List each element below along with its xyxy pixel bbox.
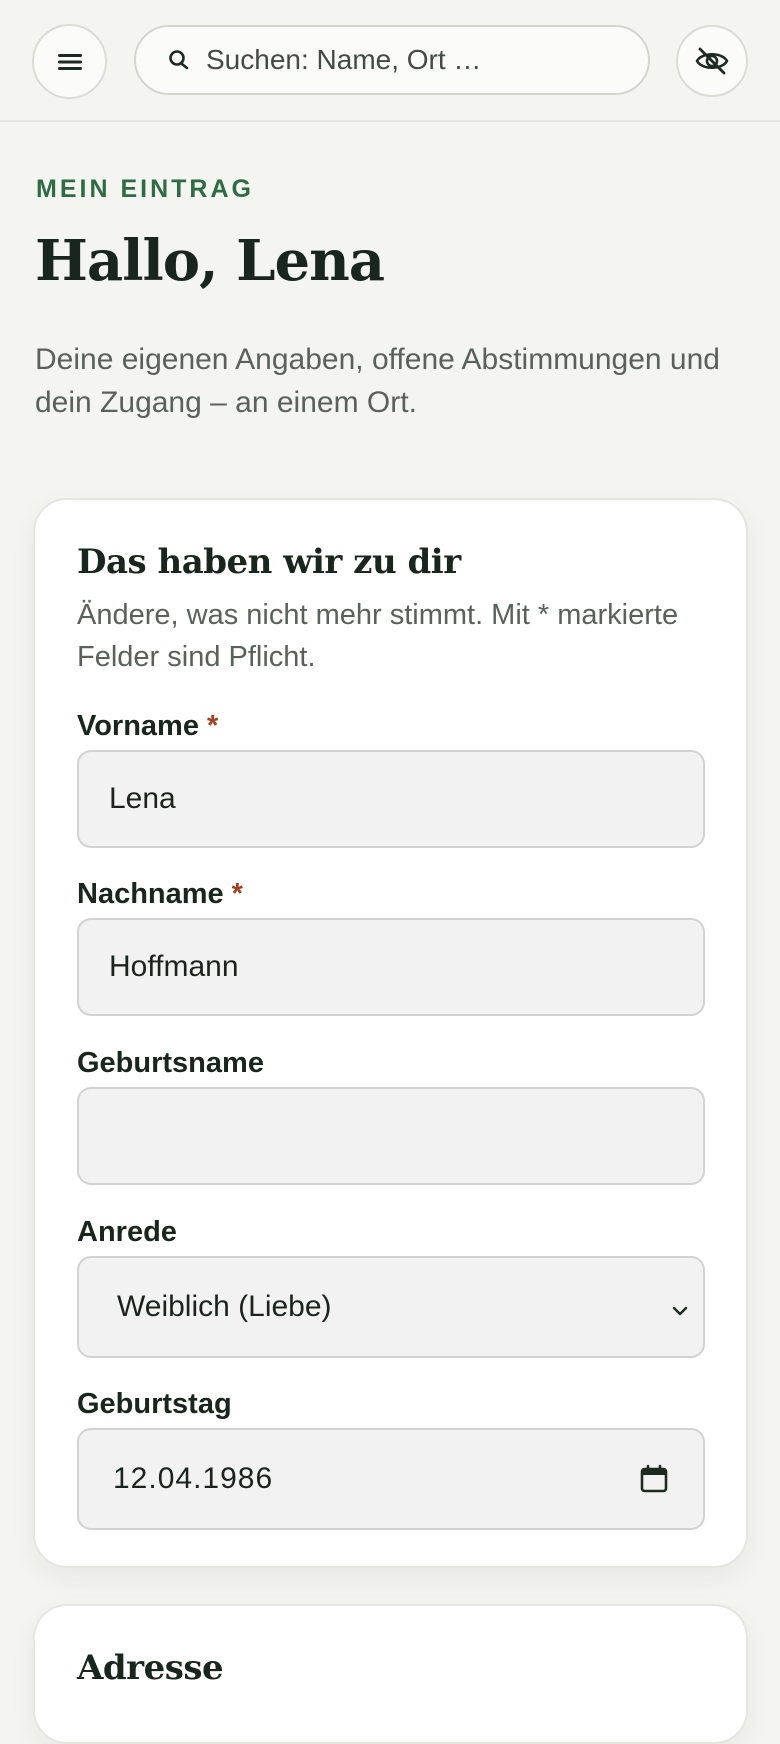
card-subtitle: Ändere, was nicht mehr stimmt. Mit * mar… <box>77 599 679 673</box>
profile-card: Das haben wir zu dir Ändere, was nicht m… <box>33 498 748 1568</box>
calendar-icon[interactable] <box>639 1464 669 1494</box>
nachname-label: Nachname * <box>77 878 243 911</box>
menu-button[interactable] <box>32 24 107 99</box>
search-icon <box>166 47 192 73</box>
vorname-label: Vorname * <box>77 710 218 743</box>
search-input[interactable]: Suchen: Name, Ort … <box>206 44 481 76</box>
vorname-label-text: Vorname <box>77 710 199 742</box>
anrede-label-text: Anrede <box>77 1216 177 1248</box>
anrede-selected-value[interactable]: Weiblich (Liebe) <box>117 1290 332 1324</box>
anrede-select[interactable]: Weiblich (Liebe) <box>77 1256 705 1358</box>
nachname-label-text: Nachname <box>77 878 224 910</box>
top-bar: Suchen: Name, Ort … <box>0 0 780 122</box>
address-card-title: Adresse <box>77 1648 224 1688</box>
required-marker: * <box>206 710 219 742</box>
anrede-label: Anrede <box>77 1216 177 1249</box>
card-title: Das haben wir zu dir <box>77 542 461 582</box>
required-marker: * <box>231 878 243 910</box>
vorname-value[interactable]: Lena <box>109 782 176 816</box>
geburtstag-label: Geburtstag <box>77 1388 232 1421</box>
vorname-field[interactable]: Lena <box>77 750 705 848</box>
geburtstag-value[interactable]: 12.04.1986 <box>113 1462 273 1496</box>
geburtstag-label-text: Geburtstag <box>77 1388 232 1420</box>
eye-off-icon <box>695 46 729 76</box>
geburtsname-label-text: Geburtsname <box>77 1047 264 1079</box>
nachname-field[interactable]: Hoffmann <box>77 918 705 1016</box>
search-bar[interactable]: Suchen: Name, Ort … <box>134 25 650 95</box>
geburtsname-field[interactable] <box>77 1087 705 1185</box>
page-title: Hallo, Lena <box>35 228 385 294</box>
geburtstag-date-input[interactable]: 12.04.1986 <box>77 1428 705 1530</box>
chevron-down-icon <box>669 1296 691 1318</box>
privacy-toggle-button[interactable] <box>676 25 748 97</box>
address-card: Adresse <box>33 1604 748 1744</box>
nachname-value[interactable]: Hoffmann <box>109 950 239 984</box>
hamburger-icon <box>57 52 82 72</box>
geburtsname-label: Geburtsname <box>77 1047 264 1080</box>
section-eyebrow: MEIN EINTRAG <box>36 175 254 203</box>
page-lead: Deine eigenen Angaben, offene Abstimmung… <box>35 343 720 419</box>
